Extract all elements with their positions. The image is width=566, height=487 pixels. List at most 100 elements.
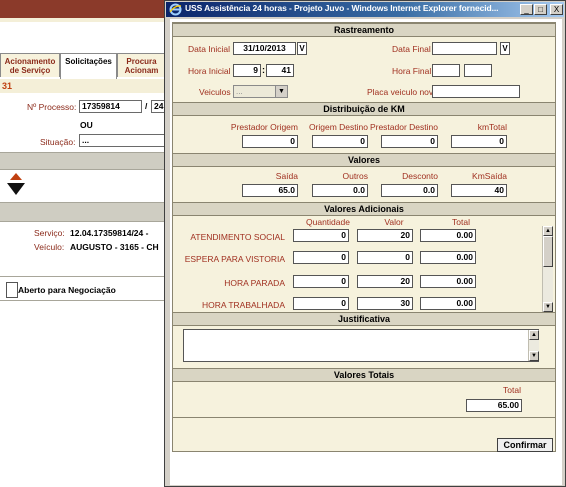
servico-label: Serviço: bbox=[34, 228, 65, 238]
minimize-button[interactable]: _ bbox=[520, 4, 533, 15]
window-title: USS Assistência 24 horas - Projeto Juvo … bbox=[185, 3, 499, 13]
scroll-down-icon[interactable]: ▼ bbox=[529, 351, 539, 361]
km-saida-label: KmSaída bbox=[472, 171, 507, 181]
hora-final-minute-input[interactable] bbox=[464, 64, 492, 77]
tab-acionamento-servico[interactable]: Acionamento de Serviço bbox=[0, 53, 60, 77]
data-final-input[interactable] bbox=[432, 42, 497, 55]
tab-solicitacoes[interactable]: Solicitações bbox=[60, 53, 117, 79]
adicionais-scrollbar[interactable]: ▲ ▼ bbox=[542, 226, 553, 312]
collapse-arrow-icon[interactable] bbox=[4, 171, 28, 197]
valor-input[interactable]: 0 bbox=[357, 251, 413, 264]
hora-inicial-label: Hora Inicial bbox=[188, 66, 231, 76]
outros-input[interactable]: 0.0 bbox=[312, 184, 368, 197]
servico-value: 12.04.17359814/24 - bbox=[70, 228, 149, 238]
prestador-origem-input[interactable]: 0 bbox=[242, 135, 298, 148]
scroll-down-icon[interactable]: ▼ bbox=[543, 302, 553, 312]
prestador-destino-label: Prestador Destino bbox=[369, 122, 438, 132]
justificativa-textarea[interactable] bbox=[183, 329, 539, 362]
confirm-button[interactable]: Confirmar bbox=[497, 438, 553, 452]
adicional-label: ATENDIMENTO SOCIAL bbox=[190, 232, 285, 242]
desconto-label: Desconto bbox=[402, 171, 438, 181]
scroll-thumb[interactable] bbox=[543, 236, 553, 267]
veiculos-select[interactable]: ... ▼ bbox=[233, 85, 288, 98]
data-final-calendar-button[interactable]: V bbox=[500, 42, 510, 55]
situacao-select[interactable]: ... bbox=[79, 134, 166, 147]
placa-veiculo-input[interactable] bbox=[432, 85, 520, 98]
negociacao-label: Aberto para Negociação bbox=[18, 285, 116, 295]
negociacao-checkbox[interactable] bbox=[6, 282, 18, 298]
total-column-header: Total bbox=[452, 217, 470, 227]
window-titlebar[interactable]: USS Assistência 24 horas - Projeto Juvo … bbox=[166, 2, 564, 17]
tab-procura-acionamento[interactable]: Procura Acionam bbox=[117, 53, 166, 77]
origem-destino-input[interactable]: 0 bbox=[312, 135, 368, 148]
km-saida-input[interactable]: 40 bbox=[451, 184, 507, 197]
placa-veiculo-label: Placa veiculo novo bbox=[367, 87, 438, 97]
total-field: 0.00 bbox=[420, 275, 476, 288]
form-panel: Rastreamento Data Inicial 31/10/2013 V D… bbox=[172, 22, 556, 452]
data-inicial-calendar-button[interactable]: V bbox=[297, 42, 307, 55]
ou-text: OU bbox=[80, 120, 93, 130]
ie-popup-window: USS Assistência 24 horas - Projeto Juvo … bbox=[164, 0, 566, 487]
hora-inicial-separator: : bbox=[262, 65, 265, 75]
quantidade-input[interactable]: 0 bbox=[293, 229, 349, 242]
section-header-rastreamento: Rastreamento bbox=[173, 23, 555, 37]
km-total-label: kmTotal bbox=[477, 122, 507, 132]
maximize-button[interactable]: □ bbox=[534, 4, 547, 15]
km-total-input[interactable]: 0 bbox=[451, 135, 507, 148]
quantidade-input[interactable]: 0 bbox=[293, 275, 349, 288]
section-header-justificativa: Justificativa bbox=[173, 312, 555, 326]
background-app: Acionamento de Serviço Solicitações Proc… bbox=[0, 0, 166, 487]
data-final-label: Data Final bbox=[392, 44, 431, 54]
quantidade-input[interactable]: 0 bbox=[293, 251, 349, 264]
adicional-label: HORA TRABALHADA bbox=[202, 300, 285, 310]
section-bar bbox=[0, 79, 166, 93]
valor-input[interactable]: 20 bbox=[357, 229, 413, 242]
section-header-valores-adicionais: Valores Adicionais bbox=[173, 202, 555, 216]
section-header-distribuicao-km: Distribuição de KM bbox=[173, 102, 555, 116]
situacao-label: Situação: bbox=[40, 137, 76, 147]
saida-input[interactable]: 65.0 bbox=[242, 184, 298, 197]
valor-column-header: Valor bbox=[384, 217, 404, 227]
saida-label: Saída bbox=[275, 171, 298, 181]
data-inicial-label: Data Inicial bbox=[188, 44, 231, 54]
adicional-label: HORA PARADA bbox=[224, 278, 285, 288]
internet-explorer-icon bbox=[169, 3, 182, 16]
processo-input[interactable]: 17359814 bbox=[79, 100, 142, 113]
hora-final-label: Hora Final bbox=[392, 66, 432, 76]
section-header-valores: Valores bbox=[173, 153, 555, 167]
app-header-bar bbox=[0, 0, 166, 22]
tab-strip: Acionamento de Serviço Solicitações Proc… bbox=[0, 53, 166, 79]
total-label: Total bbox=[503, 385, 521, 395]
close-button[interactable]: X bbox=[550, 4, 563, 15]
justificativa-scrollbar[interactable]: ▲ ▼ bbox=[528, 330, 539, 361]
hora-final-hour-input[interactable] bbox=[432, 64, 460, 77]
section-header-valores-totais: Valores Totais bbox=[173, 368, 555, 382]
total-field: 0.00 bbox=[420, 251, 476, 264]
data-inicial-input[interactable]: 31/10/2013 bbox=[233, 42, 296, 55]
divider-band bbox=[0, 152, 166, 170]
prestador-destino-input[interactable]: 0 bbox=[381, 135, 438, 148]
chevron-down-icon[interactable]: ▼ bbox=[275, 86, 287, 97]
divider-band-2 bbox=[0, 202, 166, 222]
scroll-up-icon[interactable]: ▲ bbox=[543, 226, 553, 236]
quantidade-column-header: Quantidade bbox=[306, 217, 350, 227]
total-field: 0.00 bbox=[420, 297, 476, 310]
outros-label: Outros bbox=[342, 171, 368, 181]
request-count: 31 bbox=[2, 81, 13, 91]
adicional-label: ESPERA PARA VISTORIA bbox=[184, 254, 285, 264]
valor-input[interactable]: 30 bbox=[357, 297, 413, 310]
veiculo-value: AUGUSTO - 3165 - CH bbox=[70, 242, 159, 252]
veiculos-label: Veiculos bbox=[199, 87, 231, 97]
quantidade-input[interactable]: 0 bbox=[293, 297, 349, 310]
processo-separator: / bbox=[145, 101, 148, 111]
total-value-field: 65.00 bbox=[466, 399, 522, 412]
window-content: Rastreamento Data Inicial 31/10/2013 V D… bbox=[170, 19, 562, 485]
total-field: 0.00 bbox=[420, 229, 476, 242]
scroll-up-icon[interactable]: ▲ bbox=[529, 330, 539, 340]
valor-input[interactable]: 20 bbox=[357, 275, 413, 288]
hora-inicial-minute-input[interactable]: 41 bbox=[266, 64, 294, 77]
desconto-input[interactable]: 0.0 bbox=[381, 184, 438, 197]
veiculo-label: Veículo: bbox=[34, 242, 65, 252]
processo-label: Nº Processo: bbox=[27, 102, 77, 112]
hora-inicial-hour-input[interactable]: 9 bbox=[233, 64, 261, 77]
